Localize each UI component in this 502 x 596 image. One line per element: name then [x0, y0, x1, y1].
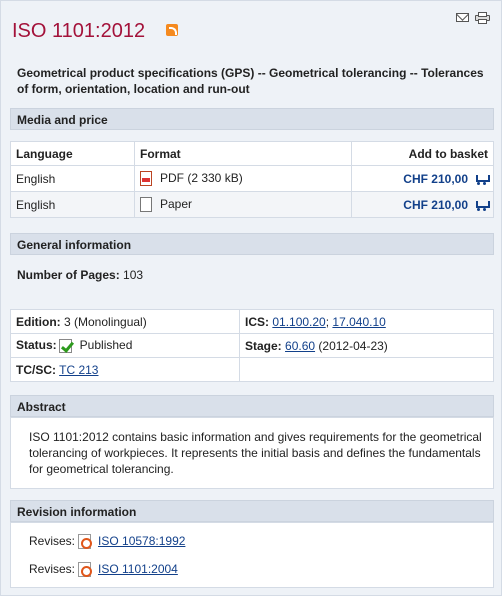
revision-link[interactable]: ISO 1101:2004 [98, 562, 178, 576]
row-price[interactable]: CHF 210,00 [403, 198, 468, 212]
stage-cell: Stage: 60.60 (2012-04-23) [239, 333, 494, 358]
section-abstract-heading: Abstract [10, 395, 494, 417]
empty-cell [239, 357, 494, 382]
section-general-heading: General information [10, 233, 494, 255]
stage-date: (2012-04-23) [318, 338, 388, 353]
pages-info: Number of Pages: 103 [17, 268, 143, 282]
table-row: English Paper CHF 210,00 [10, 191, 494, 218]
check-icon [58, 338, 72, 353]
ics-cell: ICS: 01.100.20; 17.040.10 [239, 309, 494, 334]
section-revision-heading: Revision information [10, 500, 494, 522]
revision-item: Revises: ISO 1101:2004 [29, 562, 178, 578]
ics-link-2[interactable]: 17.040.10 [332, 315, 385, 329]
tcsc-cell: TC/SC: TC 213 [10, 357, 240, 382]
ics-label: ICS: [245, 314, 269, 329]
tcsc-label: TC/SC: [16, 362, 56, 377]
info-table: Edition: 3 (Monolingual) ICS: 01.100.20;… [10, 309, 494, 382]
status-value: Published [79, 338, 133, 353]
revision-link[interactable]: ISO 10578:1992 [98, 534, 185, 548]
row-format-label: Paper [160, 196, 193, 211]
stage-label: Stage: [245, 338, 282, 353]
status-label: Status: [16, 338, 57, 353]
edition-cell: Edition: 3 (Monolingual) [10, 309, 240, 334]
abstract-text: ISO 1101:2012 contains basic information… [29, 430, 482, 476]
col-language-header: Language [10, 141, 135, 166]
ics-link-1[interactable]: 01.100.20 [272, 315, 325, 329]
mail-icon[interactable] [456, 13, 469, 22]
add-to-basket-button[interactable]: CHF 210,00 [351, 191, 494, 218]
stage-link[interactable]: 60.60 [285, 339, 315, 353]
row-format: PDF (2 330 kB) [134, 165, 352, 192]
ics-separator: ; [325, 314, 330, 329]
table-row: English PDF (2 330 kB) CHF 210,00 [10, 165, 494, 192]
page-title: ISO 1101:2012 [12, 20, 146, 42]
row-price[interactable]: CHF 210,00 [403, 172, 468, 186]
edition-value: 3 (Monolingual) [64, 314, 147, 329]
section-media-heading: Media and price [10, 108, 494, 130]
paper-icon [140, 197, 152, 213]
pages-value: 103 [123, 268, 144, 282]
rss-icon[interactable] [166, 24, 178, 36]
row-language: English [10, 191, 135, 218]
revision-label: Revises: [29, 562, 76, 576]
revision-panel [10, 522, 494, 588]
col-format-header: Format [134, 141, 352, 166]
cart-icon[interactable] [474, 174, 490, 186]
status-cell: Status: Published [10, 333, 240, 358]
page-subtitle: Geometrical product specifications (GPS)… [17, 66, 484, 96]
cart-icon[interactable] [474, 200, 490, 212]
pdf-icon [140, 171, 152, 187]
row-format-label: PDF (2 330 kB) [160, 170, 243, 185]
pages-label: Number of Pages: [17, 268, 120, 282]
document-icon [78, 562, 93, 578]
revision-item: Revises: ISO 10578:1992 [29, 534, 185, 550]
print-icon[interactable] [475, 12, 490, 24]
edition-label: Edition: [16, 314, 61, 329]
tcsc-link[interactable]: TC 213 [59, 363, 98, 377]
revision-label: Revises: [29, 534, 76, 548]
row-format: Paper [134, 191, 352, 218]
col-basket-header: Add to basket [351, 141, 494, 166]
row-language: English [10, 165, 135, 192]
add-to-basket-button[interactable]: CHF 210,00 [351, 165, 494, 192]
document-icon [78, 534, 93, 550]
media-table: Language Format Add to basket English PD… [10, 141, 494, 218]
